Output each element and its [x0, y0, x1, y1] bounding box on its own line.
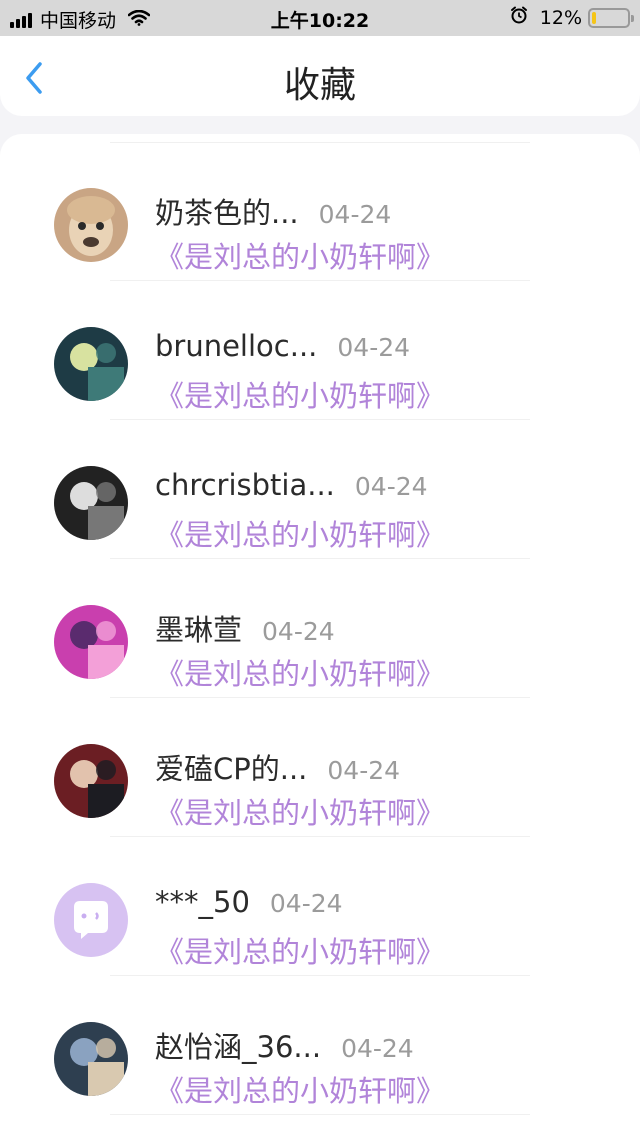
favorited-work-link[interactable]: 《是刘总的小奶轩啊》	[155, 790, 445, 832]
nav-bar: 收藏	[0, 36, 640, 116]
favorited-work-link[interactable]: 《是刘总的小奶轩啊》	[155, 234, 445, 276]
name-line: 赵怡涵_36... 04-24	[155, 1024, 414, 1066]
list-item[interactable]: 爱磕CP的... 04-24 《是刘总的小奶轩啊》	[0, 698, 640, 837]
list-item[interactable]: 墨琳萱 04-24 《是刘总的小奶轩啊》	[0, 559, 640, 698]
user-name[interactable]: 墨琳萱	[155, 607, 242, 649]
favorited-work-link[interactable]: 《是刘总的小奶轩啊》	[155, 929, 445, 971]
favorite-date: 04-24	[327, 756, 401, 785]
favorited-work-link[interactable]: 《是刘总的小奶轩啊》	[155, 651, 445, 693]
name-line: ***_50 04-24	[155, 885, 343, 919]
user-name[interactable]: 奶茶色的...	[155, 190, 299, 232]
favorite-date: 04-24	[337, 333, 411, 362]
avatar[interactable]	[54, 883, 128, 957]
avatar[interactable]	[54, 1022, 128, 1096]
divider	[110, 1114, 530, 1115]
list-item[interactable]: 奶茶色的... 04-24 《是刘总的小奶轩啊》	[0, 142, 640, 281]
battery-fill	[592, 11, 597, 24]
name-line: 奶茶色的... 04-24	[155, 190, 391, 232]
avatar[interactable]	[54, 605, 128, 679]
page-title: 收藏	[283, 65, 356, 106]
favorited-work-link[interactable]: 《是刘总的小奶轩啊》	[155, 1068, 445, 1110]
user-name[interactable]: chrcrisbtia...	[155, 468, 335, 502]
name-line: brunelloc... 04-24	[155, 329, 410, 363]
list-item[interactable]: 赵怡涵_36... 04-24 《是刘总的小奶轩啊》	[0, 976, 640, 1115]
favorited-work-link[interactable]: 《是刘总的小奶轩啊》	[155, 373, 445, 415]
list-item[interactable]: brunelloc... 04-24 《是刘总的小奶轩啊》	[0, 281, 640, 420]
avatar[interactable]	[54, 466, 128, 540]
name-line: 墨琳萱 04-24	[155, 607, 335, 649]
favorite-date: 04-24	[262, 617, 335, 646]
battery-icon	[588, 7, 634, 28]
avatar[interactable]	[54, 744, 128, 818]
battery-percent: 12%	[539, 6, 582, 29]
avatar[interactable]	[54, 327, 128, 401]
alarm-icon	[510, 6, 528, 29]
favorite-date: 04-24	[318, 200, 392, 229]
favorites-list: 奶茶色的... 04-24 《是刘总的小奶轩啊》 brunelloc... 04-24 《…	[0, 134, 640, 1139]
favorite-date: 04-24	[354, 472, 428, 501]
user-name[interactable]: 赵怡涵_36...	[155, 1024, 321, 1066]
avatar[interactable]	[54, 188, 128, 262]
name-line: chrcrisbtia... 04-24	[155, 468, 428, 502]
list-item[interactable]: ***_50 04-24 《是刘总的小奶轩啊》	[0, 837, 640, 976]
user-name[interactable]: brunelloc...	[155, 329, 317, 363]
user-name[interactable]: ***_50	[155, 885, 250, 919]
status-bar: 中国移动 上午10:22 12%	[0, 0, 640, 36]
favorite-date: 04-24	[269, 889, 343, 918]
status-right: 12%	[510, 6, 634, 29]
favorite-date: 04-24	[341, 1034, 414, 1063]
favorited-work-link[interactable]: 《是刘总的小奶轩啊》	[155, 512, 445, 554]
list-item[interactable]: chrcrisbtia... 04-24 《是刘总的小奶轩啊》	[0, 420, 640, 559]
name-line: 爱磕CP的... 04-24	[155, 746, 400, 788]
user-name[interactable]: 爱磕CP的...	[155, 746, 307, 788]
